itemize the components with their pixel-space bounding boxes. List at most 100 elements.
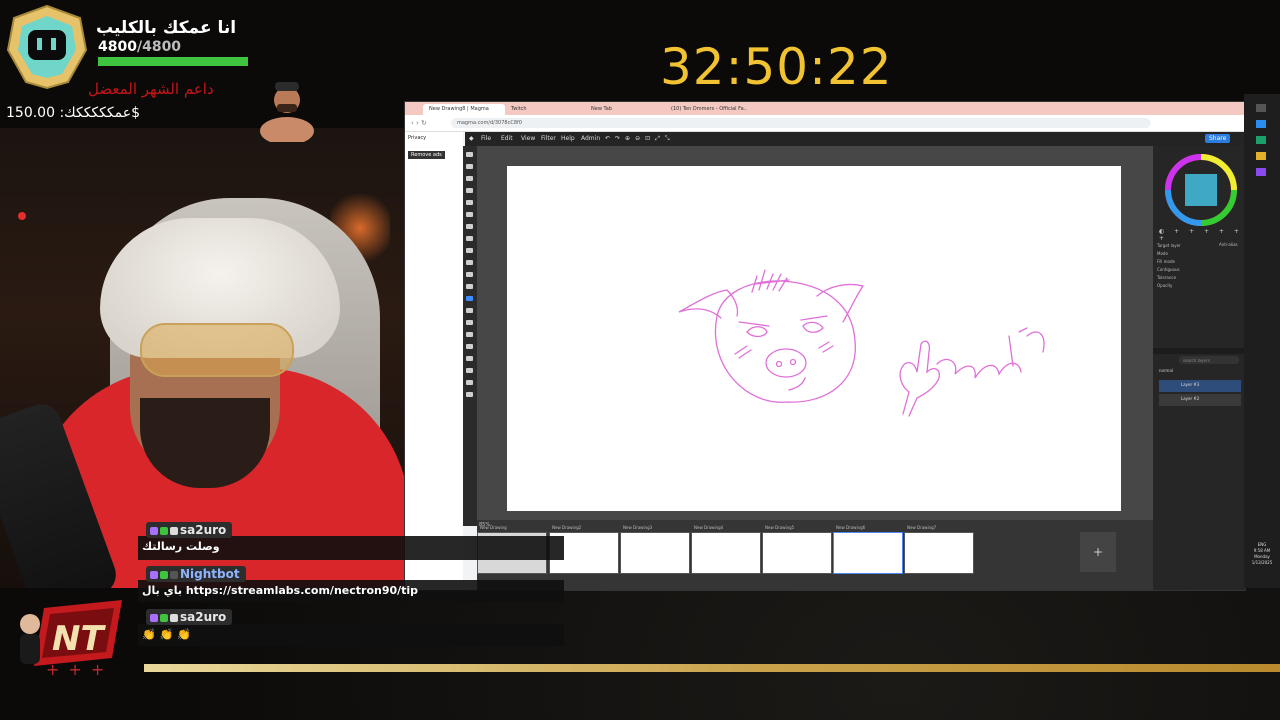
chat-user-sa2uro: sa2uro xyxy=(146,522,233,538)
lasso-tool-icon[interactable] xyxy=(466,176,473,181)
menu-edit[interactable]: Edit xyxy=(501,135,513,142)
comment-tool-icon[interactable] xyxy=(466,380,473,385)
drawing-label: New Drawing4 xyxy=(694,525,724,530)
rectangle-tool-icon[interactable] xyxy=(466,320,473,325)
drawing-label: New Drawing7 xyxy=(907,525,937,530)
stream-timer: 32:50:22 xyxy=(660,38,893,96)
tab-twitch[interactable]: Twitch xyxy=(505,104,583,115)
gradient-tool-icon[interactable] xyxy=(466,284,473,289)
layer-item[interactable]: Layer #3 xyxy=(1159,380,1241,392)
taskbar-app-icon[interactable] xyxy=(1256,104,1266,112)
subscriber-progress-fill xyxy=(98,57,248,66)
skull-badge-icon xyxy=(170,526,178,535)
opacity-slider[interactable]: Opacity xyxy=(1157,282,1181,290)
smudge-tool-icon[interactable] xyxy=(466,248,473,253)
tab-youtube[interactable]: (10) Ten Dmmers - Official Fa... xyxy=(665,104,747,115)
moderator-badge-icon xyxy=(160,570,168,579)
taskbar: ENG 9:58 AM Monday 1/13/2025 xyxy=(1244,94,1280,588)
subscriber-goal-title: انا عمكك بالكليب xyxy=(96,18,237,38)
tab-magma[interactable]: New Drawing8 | Magma xyxy=(423,104,505,115)
transform-tool-icon[interactable] xyxy=(466,188,473,193)
taskbar-app-icon[interactable] xyxy=(1256,168,1266,176)
eraser-tool-icon[interactable] xyxy=(466,236,473,241)
menu-view[interactable]: View xyxy=(521,135,535,142)
drawing-thumbnail[interactable]: New Drawing3 xyxy=(620,525,690,574)
pencil-tool-icon[interactable] xyxy=(466,212,473,217)
layer-search-input[interactable]: search layers xyxy=(1179,356,1239,364)
drawings-strip: 85% New Drawing New Drawing2 New Drawing… xyxy=(477,520,1153,590)
webcam-feed xyxy=(0,128,405,588)
blend-mode-select[interactable]: normal xyxy=(1159,368,1173,373)
tolerance-slider[interactable]: Tolerance xyxy=(1157,274,1181,282)
verified-badge-icon xyxy=(160,613,168,622)
privacy-link[interactable]: Privacy xyxy=(408,135,426,141)
subscriber-progress-bar xyxy=(98,57,248,66)
zoom-tool-icon[interactable] xyxy=(466,368,473,373)
eyedropper-tool-icon[interactable] xyxy=(466,344,473,349)
select-tool-icon[interactable] xyxy=(466,164,473,169)
menu-filter[interactable]: Filter xyxy=(541,135,556,142)
add-drawing-button[interactable]: + xyxy=(1080,532,1116,572)
drawing-thumbnail[interactable]: New Drawing6 xyxy=(833,525,903,574)
remove-ads-button[interactable]: Remove ads xyxy=(408,151,445,159)
chat-username: sa2uro xyxy=(180,523,227,537)
menu-admin[interactable]: Admin xyxy=(581,135,600,142)
browser-window: New Drawing8 | Magma Twitch New Tab (10)… xyxy=(404,101,1246,591)
text-tool-icon[interactable] xyxy=(466,308,473,313)
tool-bar xyxy=(463,146,477,526)
crop-tool-icon[interactable] xyxy=(466,200,473,205)
drawing-label: New Drawing5 xyxy=(765,525,795,530)
hand-tool-icon[interactable] xyxy=(466,356,473,361)
layer-item[interactable]: Layer #2 xyxy=(1159,394,1241,406)
move-tool-icon[interactable] xyxy=(466,152,473,157)
skull-badge-icon xyxy=(170,613,178,622)
drawing-thumbnail[interactable]: New Drawing7 xyxy=(904,525,974,574)
chat-message-bg xyxy=(138,624,564,646)
subscriber-count: 4800/4800 xyxy=(98,39,181,55)
nav-buttons-icon[interactable]: ‹ › ↻ xyxy=(411,119,427,127)
ad-panel: Privacy Remove ads xyxy=(405,132,463,590)
drawing-canvas[interactable] xyxy=(507,166,1121,511)
brush-tool-icon[interactable] xyxy=(466,224,473,229)
decor-plus: +++ xyxy=(46,660,114,679)
right-panel: ◐ + + + + + + Target layer Mode Fill mod… xyxy=(1153,146,1245,590)
blur-tool-icon[interactable] xyxy=(466,260,473,265)
paint-bucket-tool-icon[interactable] xyxy=(466,272,473,277)
url-field[interactable]: magma.com/d/3078cC8f0 xyxy=(451,118,1151,128)
supporter-avatar xyxy=(260,82,314,142)
drawing-label: New Drawing3 xyxy=(623,525,653,530)
mode-label: Mode xyxy=(1157,251,1168,256)
chat-user-sa2uro: sa2uro xyxy=(146,609,233,625)
subscriber-total: /4800 xyxy=(136,39,182,55)
drawing-label: New Drawing2 xyxy=(552,525,582,530)
ellipse-tool-icon[interactable] xyxy=(466,332,473,337)
edit-tools-icon[interactable]: ↶↷⊕⊖⊡⤢⤡ xyxy=(605,135,675,143)
tool-options: Target layer Mode Fill mode Contiguous T… xyxy=(1157,242,1181,290)
taskbar-app-icon[interactable] xyxy=(1256,120,1266,128)
sunglasses xyxy=(140,323,294,377)
magma-logo-icon: ◆ xyxy=(469,135,474,142)
target-layer-label: Target layer xyxy=(1157,243,1181,248)
color-wheel-icon[interactable] xyxy=(1165,154,1237,226)
chat-message-text: وصلت رسالتك xyxy=(142,540,220,553)
brush-presets-icon[interactable]: ◐ + + + + + + xyxy=(1159,228,1245,242)
system-clock[interactable]: ENG 9:58 AM Monday 1/13/2025 xyxy=(1248,542,1276,566)
drawing-label: New Drawing6 xyxy=(836,525,866,530)
anti-alias-checkbox[interactable]: Anti-alias xyxy=(1219,242,1238,247)
fill-mode-label: Fill mode xyxy=(1157,259,1175,264)
chat-user-nightbot: Nightbot xyxy=(146,566,246,582)
settings-tool-icon[interactable] xyxy=(466,392,473,397)
taskbar-app-icon[interactable] xyxy=(1256,152,1266,160)
logo-text: NT xyxy=(52,619,106,659)
drawing-thumbnail[interactable]: New Drawing4 xyxy=(691,525,761,574)
active-fill-tool-icon[interactable] xyxy=(466,296,473,301)
clock-date: 1/13/2025 xyxy=(1251,560,1273,565)
menu-help[interactable]: Help xyxy=(561,135,575,142)
tab-new[interactable]: New Tab xyxy=(585,104,663,115)
drawing-thumbnail[interactable]: New Drawing5 xyxy=(762,525,832,574)
menu-file[interactable]: File xyxy=(481,135,491,142)
chat-username: sa2uro xyxy=(180,610,227,624)
taskbar-app-icon[interactable] xyxy=(1256,136,1266,144)
contiguous-checkbox[interactable]: Contiguous xyxy=(1157,266,1181,274)
share-button[interactable]: Share xyxy=(1205,134,1231,143)
